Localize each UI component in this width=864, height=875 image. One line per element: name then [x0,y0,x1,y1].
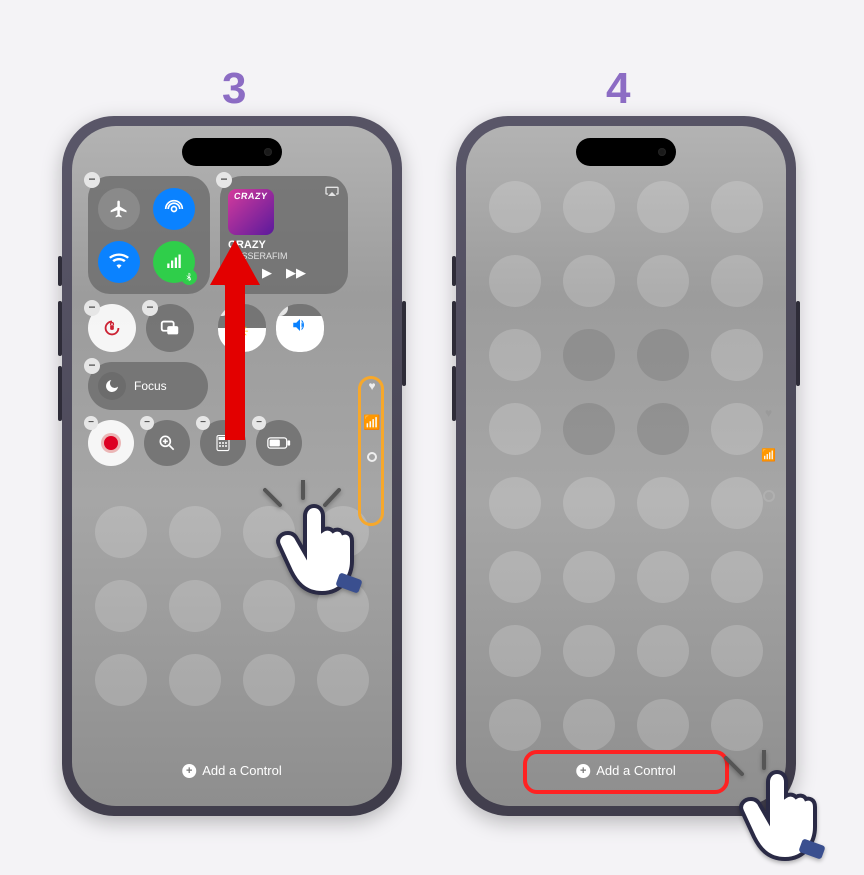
cellular-toggle[interactable] [153,241,195,283]
tap-cursor-step-4 [720,750,810,875]
add-control-highlight [523,750,729,794]
add-control-label: Add a Control [202,763,282,778]
phone-volume-down [58,366,62,421]
wifi-toggle[interactable] [98,241,140,283]
screen-record-button[interactable]: − [88,420,134,466]
cellular-icon [165,253,183,271]
phone-step-4: ♥ 📶 + Add a Control [456,116,796,816]
magnifier-icon [157,433,177,453]
step-label-4: 4 [606,64,630,114]
remove-icon[interactable]: − [276,304,288,316]
phone-silent-switch [452,256,456,286]
radio-icon[interactable]: 📶 [761,448,776,462]
connectivity-tile[interactable]: − [88,176,210,294]
step-label-3: 3 [222,64,246,114]
heart-icon[interactable]: ♥ [765,406,772,420]
swipe-up-arrow [200,220,270,455]
remove-icon[interactable]: − [84,300,100,316]
speaker-icon [291,316,309,339]
rotation-lock-icon [101,317,123,339]
airplane-icon [109,199,129,219]
focus-label: Focus [134,379,167,393]
plus-icon: + [182,764,196,778]
remove-icon[interactable]: − [216,172,232,188]
phone-power-button [796,301,800,386]
phone-volume-up [452,301,456,356]
remove-icon[interactable]: − [84,358,100,374]
remove-icon[interactable]: − [84,416,98,430]
dynamic-island [576,138,676,166]
page-ring-icon[interactable] [763,490,775,502]
screen-mirror-button[interactable]: − [146,304,194,352]
phone-silent-switch [58,256,62,286]
phone-volume-down [452,366,456,421]
tap-cursor-step-3 [255,480,345,615]
phone-volume-up [58,301,62,356]
wifi-icon [109,252,129,272]
page-indicator[interactable]: ♥ 📶 [761,406,776,502]
rotation-lock-toggle[interactable]: − [88,304,136,352]
airdrop-toggle[interactable] [153,188,195,230]
next-track-icon[interactable]: ▶▶ [286,265,306,281]
add-control-button[interactable]: + Add a Control [166,755,298,786]
remove-icon[interactable]: − [84,172,100,188]
airplay-icon[interactable] [324,184,340,205]
magnifier-button[interactable]: − [144,420,190,466]
remove-icon[interactable]: − [140,416,154,430]
phone-power-button [402,301,406,386]
moon-icon [98,372,126,400]
focus-button[interactable]: − Focus [88,362,208,410]
empty-slot-grid [466,126,786,806]
dynamic-island [182,138,282,166]
volume-slider[interactable]: − [276,304,324,352]
bluetooth-icon [181,269,197,285]
record-icon [104,436,118,450]
airplane-mode-toggle[interactable] [98,188,140,230]
battery-icon [267,436,291,450]
airdrop-icon [164,199,184,219]
remove-icon[interactable]: − [142,300,158,316]
screen-mirror-icon [159,317,181,339]
screen-step-4: ♥ 📶 + Add a Control [466,126,786,806]
